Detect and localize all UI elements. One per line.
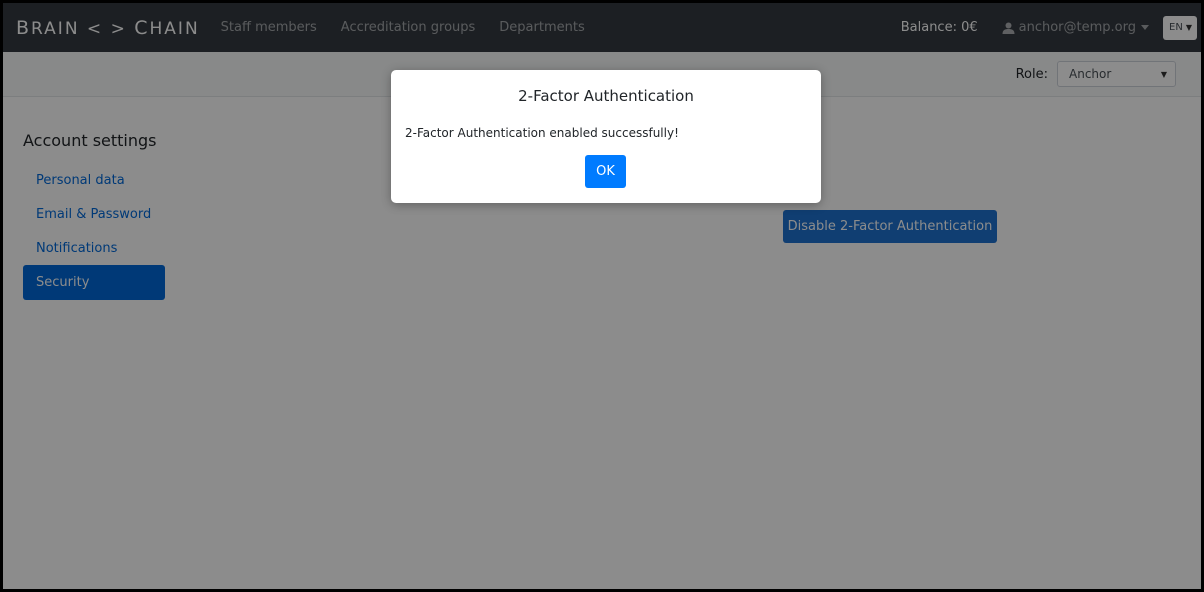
- two-factor-modal: 2-Factor Authentication 2-Factor Authent…: [391, 70, 821, 203]
- app-window: BRAIN < > CHAIN Staff members Accreditat…: [0, 0, 1204, 592]
- ok-button[interactable]: OK: [585, 155, 626, 188]
- modal-title: 2-Factor Authentication: [518, 87, 694, 105]
- modal-message: 2-Factor Authentication enabled successf…: [405, 126, 679, 140]
